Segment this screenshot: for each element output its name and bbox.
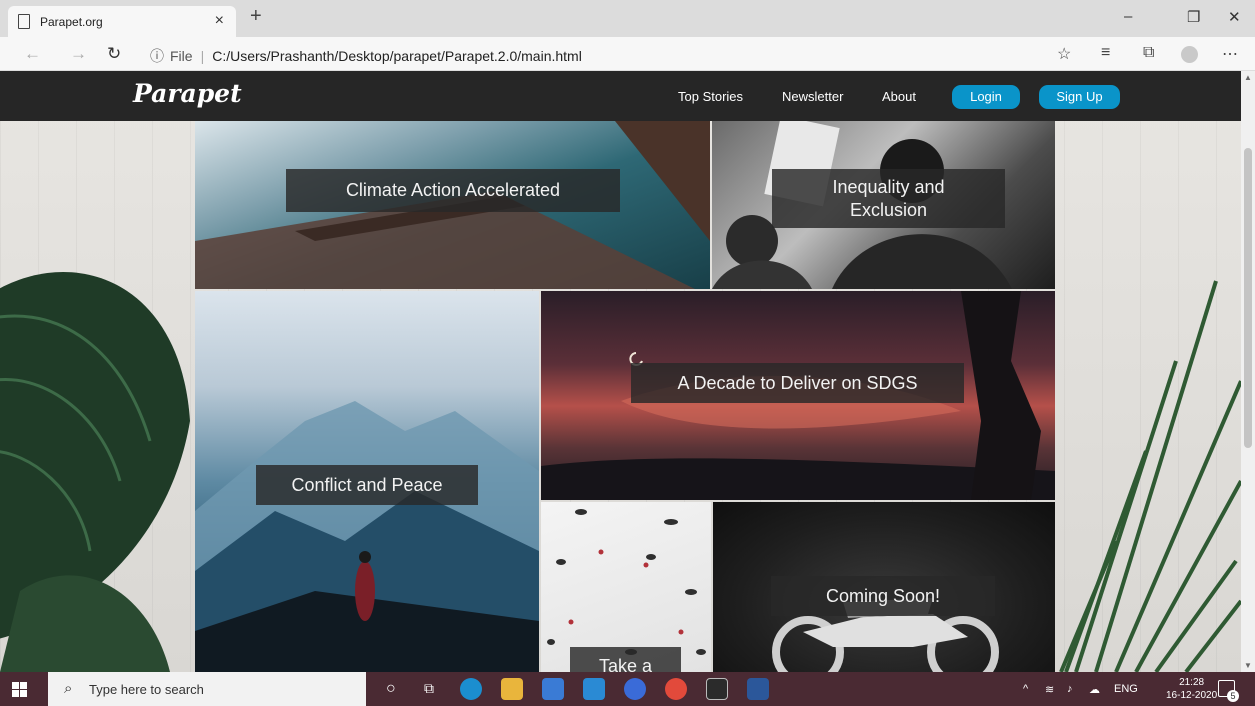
notification-count-badge: 5: [1227, 690, 1239, 702]
new-tab-icon[interactable]: +: [250, 5, 262, 28]
file-explorer-icon[interactable]: [501, 678, 523, 700]
language-indicator[interactable]: ENG: [1114, 683, 1138, 695]
close-tab-icon[interactable]: ×: [215, 12, 224, 30]
nav-top-stories[interactable]: Top Stories: [678, 89, 743, 104]
page-viewport: Parapet Top Stories Newsletter About Log…: [0, 71, 1255, 672]
tile-inequality-exclusion[interactable]: Inequality and Exclusion: [712, 121, 1055, 289]
chrome-icon[interactable]: [665, 678, 687, 700]
scroll-up-icon[interactable]: ▲: [1244, 73, 1252, 82]
tile-label: A Decade to Deliver on SDGS: [631, 363, 964, 403]
clock-time: 21:28: [1179, 677, 1205, 688]
word-icon[interactable]: [747, 678, 769, 700]
taskbar-clock[interactable]: 21:28 16-12-2020: [1166, 676, 1217, 702]
onedrive-icon[interactable]: ☁: [1089, 683, 1100, 696]
show-hidden-icons-icon[interactable]: ^: [1023, 683, 1028, 695]
scrollbar-thumb[interactable]: [1244, 148, 1252, 448]
url-path: C:/Users/Prashanth/Desktop/parapet/Parap…: [212, 48, 582, 64]
info-icon[interactable]: ⓘ: [150, 48, 164, 64]
tile-conflict-peace[interactable]: Conflict and Peace: [195, 291, 539, 672]
forward-icon[interactable]: →: [70, 44, 87, 64]
chromium-icon[interactable]: [624, 678, 646, 700]
browser-tab[interactable]: Parapet.org ×: [8, 6, 236, 37]
login-button[interactable]: Login: [952, 85, 1020, 109]
tile-climate-action[interactable]: Climate Action Accelerated: [195, 121, 710, 289]
tile-label: Climate Action Accelerated: [286, 169, 620, 212]
close-window-icon[interactable]: ✕: [1228, 8, 1241, 26]
tile-label: Conflict and Peace: [256, 465, 478, 505]
taskbar-search-box[interactable]: ⌕ Type here to search: [48, 672, 366, 706]
tile-label: Coming Soon!: [771, 576, 995, 616]
leaf-decoration-right: [1056, 121, 1241, 672]
refresh-icon[interactable]: ↻: [107, 44, 121, 64]
scroll-down-icon[interactable]: ▼: [1244, 661, 1252, 670]
browser-tab-bar: Parapet.org × + – ❐ ✕: [0, 0, 1255, 37]
profile-avatar[interactable]: [1181, 46, 1198, 63]
site-logo[interactable]: Parapet: [133, 79, 242, 108]
store-icon[interactable]: [542, 678, 564, 700]
collections-icon[interactable]: ⧉: [1143, 44, 1154, 62]
volume-icon[interactable]: ♪: [1067, 683, 1073, 695]
tile-coming-soon[interactable]: Coming Soon!: [713, 502, 1055, 672]
url-field[interactable]: ⓘ File | C:/Users/Prashanth/Desktop/parapet…: [150, 46, 582, 66]
tile-label: Take a Survey!: [570, 647, 681, 672]
task-view-icon[interactable]: ⧉: [424, 680, 434, 697]
page-icon: [18, 14, 30, 29]
more-icon[interactable]: ⋯: [1222, 44, 1238, 64]
url-scheme: File: [170, 48, 193, 64]
favorites-list-icon[interactable]: ≡: [1101, 44, 1110, 62]
browser-address-bar: ← → ↻ ⓘ File | C:/Users/Prashanth/Desktop/p…: [0, 37, 1255, 71]
leaf-decoration-left: [0, 121, 195, 672]
signup-button[interactable]: Sign Up: [1039, 85, 1120, 109]
terminal-icon[interactable]: [706, 678, 728, 700]
cortana-icon[interactable]: ○: [386, 680, 396, 698]
nav-newsletter[interactable]: Newsletter: [782, 89, 843, 104]
favorite-star-icon[interactable]: ☆: [1057, 44, 1071, 64]
search-icon: ⌕: [64, 680, 73, 697]
wifi-icon[interactable]: ≋: [1045, 683, 1054, 696]
taskbar-search-placeholder: Type here to search: [89, 682, 204, 697]
tab-title: Parapet.org: [40, 15, 103, 29]
tile-take-survey[interactable]: Take a Survey!: [541, 502, 711, 672]
site-navbar: Parapet Top Stories Newsletter About Log…: [0, 71, 1241, 121]
back-icon[interactable]: ←: [24, 44, 41, 64]
tile-decade-sdgs[interactable]: A Decade to Deliver on SDGS: [541, 291, 1055, 500]
tile-label: Inequality and Exclusion: [772, 169, 1005, 228]
mail-icon[interactable]: [583, 678, 605, 700]
minimize-icon[interactable]: –: [1124, 8, 1132, 25]
clock-date: 16-12-2020: [1166, 690, 1218, 701]
windows-taskbar: ⌕ Type here to search ○ ⧉ ^ ≋ ♪ ☁ ENG 21…: [0, 672, 1255, 706]
windows-start-icon[interactable]: [12, 682, 27, 697]
restore-icon[interactable]: ❐: [1187, 8, 1200, 26]
nav-about[interactable]: About: [882, 89, 916, 104]
edge-icon[interactable]: [460, 678, 482, 700]
page-scrollbar[interactable]: ▲ ▼: [1241, 71, 1255, 672]
